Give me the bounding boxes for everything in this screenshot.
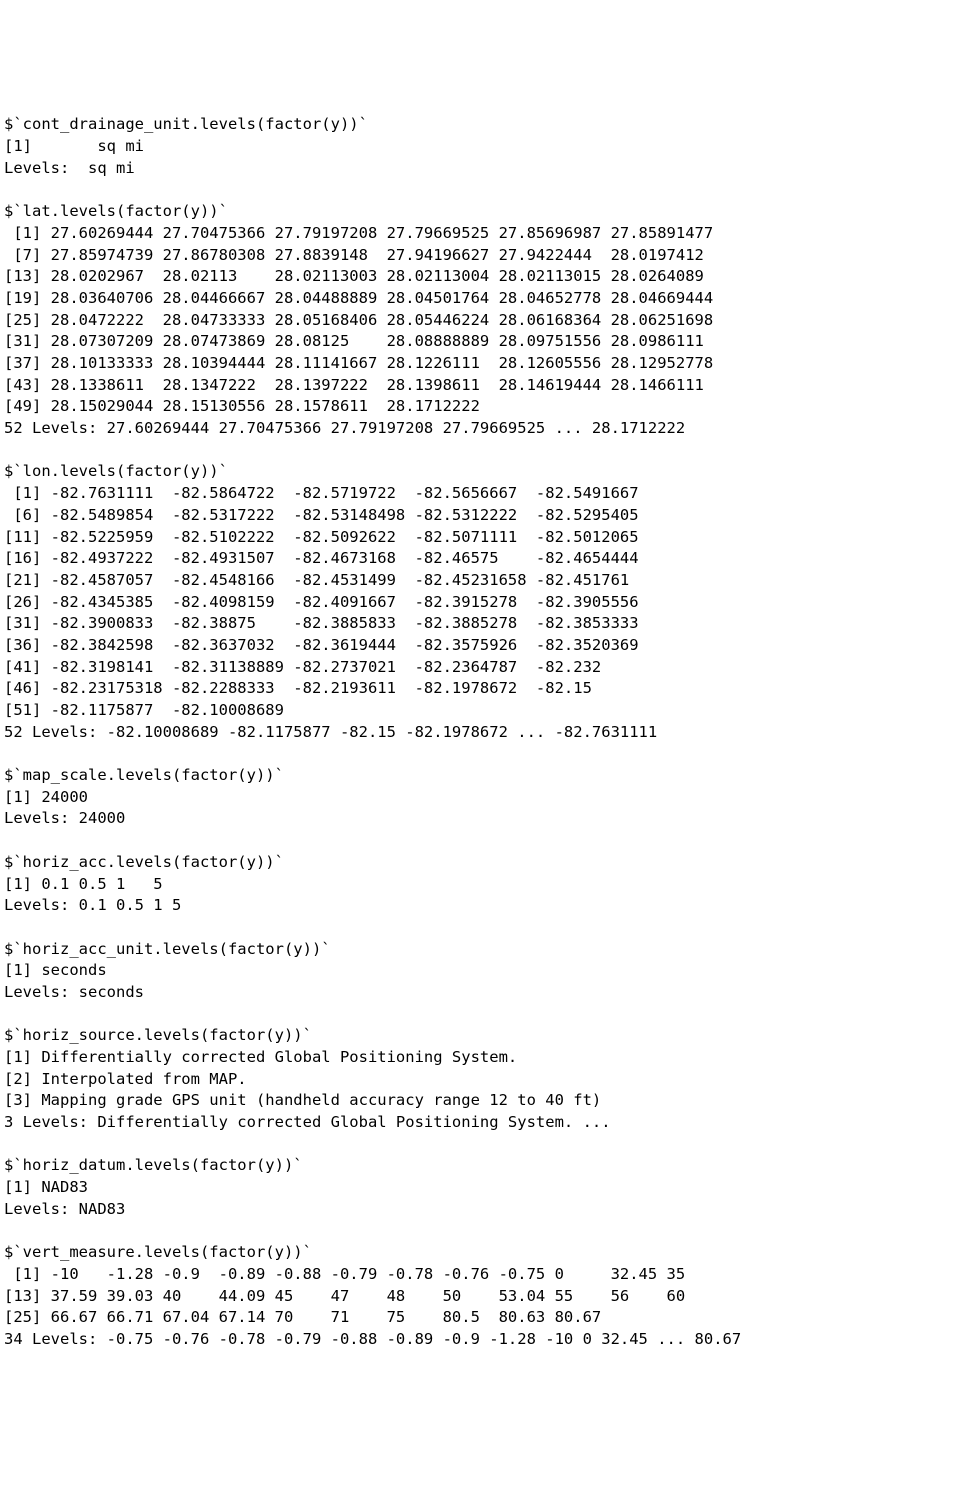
r-console-output: $`cont_drainage_unit.levels(factor(y))` … (0, 108, 958, 1356)
